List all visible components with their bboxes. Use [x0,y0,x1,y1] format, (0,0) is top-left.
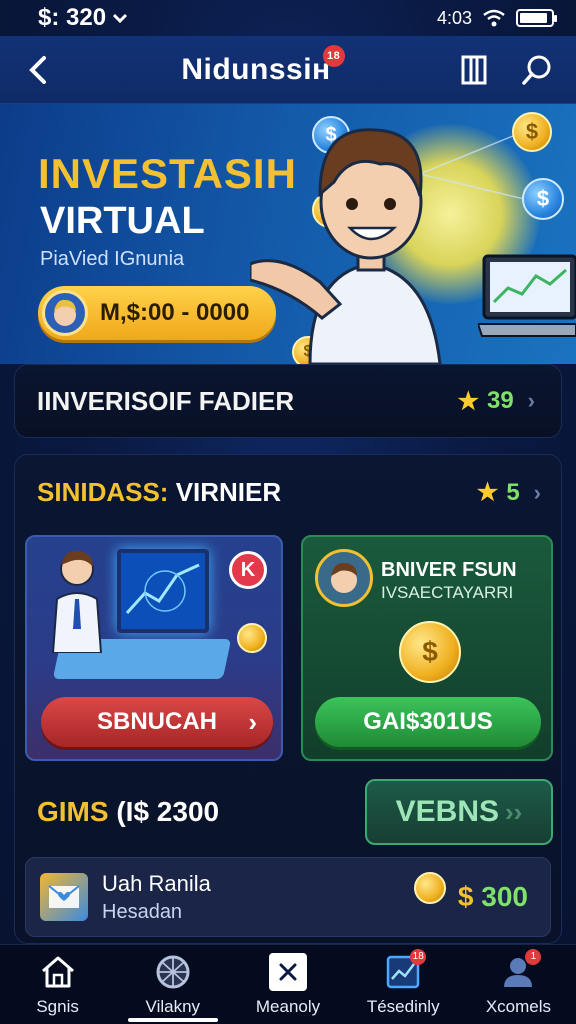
chevron-right-icon: › [248,706,257,737]
hero-title: INVESTASIH [38,150,297,197]
badge-icon: K [229,551,267,589]
avatar [315,549,373,607]
page-title-text: Nidunssiн [181,52,331,86]
rating-value: 39 [486,387,514,414]
section-title-white: VIRNIER [168,477,282,507]
vebns-button-label: VEBNS [395,795,500,828]
chevron-down-icon [113,13,128,24]
avatar [42,290,88,336]
trading-card[interactable]: K SBNUCAH › [25,535,283,761]
section-title: SINIDASS: VIRNIER [37,477,281,508]
avatar-face-icon [54,299,76,326]
page-title: Nidunssiн 18 [181,44,345,87]
notification-badge: 1 [525,948,542,965]
notification-badge: 18 [410,948,427,965]
wifi-icon [483,9,505,27]
hero-subtitle: VIRTUAL [40,200,205,242]
amount-value: 300 [473,881,528,912]
list-item[interactable]: Uah Ranila Hesadan $ 300 [25,857,551,937]
section-title-gold: SINIDASS: [37,477,169,507]
coin-icon: $ [512,112,552,152]
featured-row[interactable]: IINVERISOIF FADIER ★ 39 › [14,364,562,438]
balance-text: $: 320 [38,4,107,31]
status-bar: $: 320 4:03 [0,0,576,36]
featured-row-title: IINVERISOIF FADIER [37,385,295,416]
hero-value-pill[interactable]: M,$:00 - 0000 [38,286,276,340]
bottom-nav: Sgnis Vilakny Meanoly 18 Tésedinly 1 Xco… [0,944,576,1024]
trader-character [51,550,103,653]
gems-label-gold: GIMS [37,796,109,827]
investor-character [250,128,442,364]
nav-label: Tésedinly [366,996,440,1016]
nav-label: Vilakny [145,996,201,1016]
title-badge: 18 [322,44,345,67]
coin-icon: $ [522,178,564,220]
sbnucah-button-label: SBNUCAH [97,708,217,735]
close-icon [269,952,307,991]
chevron-right-icon: › [533,479,541,505]
star-icon: ★ [457,387,479,415]
bonus-button-label: GAI$301US [363,708,493,735]
offers-section: SINIDASS: VIRNIER ★ 5 › K SBNUCAH › BNIV [14,454,562,944]
gems-label: GIMS (I$ 2300 [37,796,219,828]
coin-icon [414,872,446,904]
hero-tagline: PiaVied IGnunia [40,248,185,270]
star-icon: ★ [476,479,499,506]
nav-item-tesedinly[interactable]: 18 Tésedinly [346,945,461,1024]
hero-banner[interactable]: $ $ $ $ $ INVESTASIH VIRTUAL PiaVied IGn… [0,104,576,364]
gems-row: GIMS (I$ 2300 VEBNS ›› [37,777,553,847]
globe-icon [154,953,192,991]
monitor-illustration [117,549,209,633]
sbnucah-button[interactable]: SBNUCAH › [41,697,273,747]
laptop-icon [478,254,576,337]
nav-label: Meanoly [255,996,321,1016]
active-indicator [127,1018,218,1022]
nav-label: Xcomels [485,996,551,1016]
balance-dropdown[interactable]: $: 320 [38,4,128,32]
nav-item-meanoly[interactable]: Meanoly [230,945,345,1024]
chevron-left-icon [29,55,46,84]
rating-value: 5 [506,478,520,506]
profile-card[interactable]: BNIVER FSUN IVSAECTAYARRI $ GAI$301US [301,535,553,761]
search-button[interactable] [518,50,558,90]
coin-icon: $ [399,621,461,683]
nav-item-vilakny[interactable]: Vilakny [115,945,230,1024]
nav-item-sgnis[interactable]: Sgnis [0,945,115,1024]
coin-stack-icon [237,623,267,653]
vebns-button[interactable]: VEBNS ›› [365,779,553,845]
list-item-title: Uah Ranila [102,870,211,896]
battery-icon [516,9,557,27]
mail-heart-icon [40,873,88,921]
gems-label-white: (I$ 2300 [108,796,220,827]
bonus-button[interactable]: GAI$301US [315,697,541,747]
chart-icon: 18 [384,948,427,991]
clock: 4:03 [436,7,472,28]
app-bar: Nidunssiн 18 [0,36,576,104]
book-icon [461,55,487,84]
chevron-right-icon: › [527,388,535,413]
list-item-amount: $ 300 [458,881,528,913]
list-item-subtitle: Hesadan [102,900,183,923]
nav-item-xcomels[interactable]: 1 Xcomels [461,945,576,1024]
profile-card-title: BNIVER FSUN [381,559,517,581]
hero-value-text: M,$:00 - 0000 [100,299,250,326]
search-icon [522,55,551,85]
avatar-face-icon [331,562,357,593]
profile-icon: 1 [499,948,542,991]
profile-card-subtitle: IVSAECTAYARRI [381,583,514,602]
amount-symbol: $ [457,881,474,912]
home-icon [39,953,77,991]
back-button[interactable] [18,50,58,90]
rating: ★ 39 › [457,387,535,416]
section-rating[interactable]: ★ 5 › [477,478,541,507]
nav-label: Sgnis [36,996,79,1016]
bookmark-button[interactable] [454,50,494,90]
double-chevron-right-icon: ›› [505,796,523,827]
